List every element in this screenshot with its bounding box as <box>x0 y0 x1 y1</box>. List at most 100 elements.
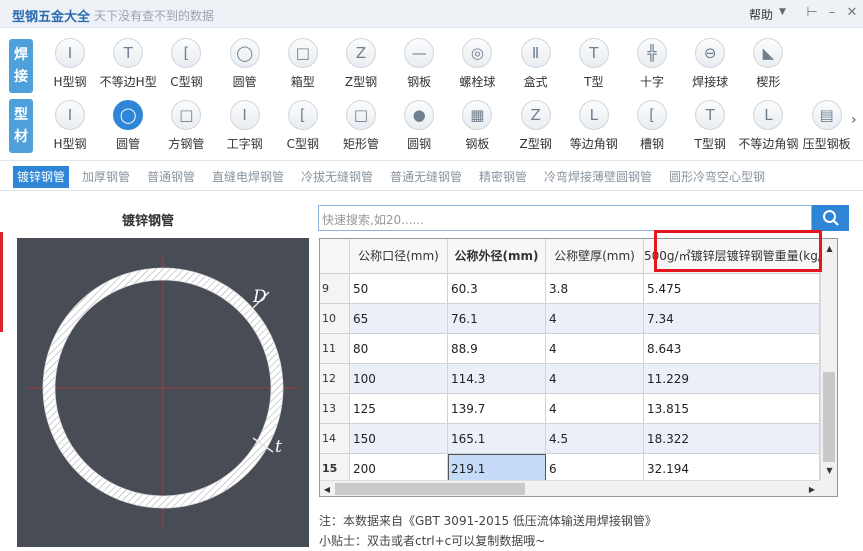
row-number[interactable]: 13 <box>320 394 350 424</box>
category-item[interactable]: T T型钢 <box>681 96 739 158</box>
sub-tab[interactable]: 冷弯焊接薄壁圆钢管 <box>540 166 656 188</box>
category-item[interactable]: [槽钢 <box>623 96 681 158</box>
row-number[interactable]: 12 <box>320 364 350 394</box>
category-item[interactable]: ◣ 楔形 <box>739 34 797 96</box>
column-header[interactable]: 公称外径(mm) <box>448 239 546 274</box>
close-icon[interactable]: ✕ <box>846 4 858 22</box>
table-cell[interactable]: 8.643 <box>644 334 820 364</box>
category-item[interactable]: □ 箱型 <box>274 34 332 96</box>
table-cell[interactable]: 165.1 <box>448 424 546 454</box>
minimize-icon[interactable]: – <box>826 4 838 22</box>
table-cell[interactable]: 5.475 <box>644 274 820 304</box>
category-item[interactable]: ● 圆钢 <box>390 96 448 158</box>
scroll-left-icon[interactable]: ◀ <box>321 483 333 496</box>
wedge-icon: ◣ <box>753 38 784 68</box>
table-cell[interactable]: 88.9 <box>448 334 546 364</box>
table-cell[interactable]: 18.322 <box>644 424 820 454</box>
table-cell[interactable]: 3.8 <box>546 274 644 304</box>
row-number[interactable]: 11 <box>320 334 350 364</box>
table-row[interactable]: 10 65 76.1 4 7.34 <box>320 304 820 334</box>
table-cell[interactable]: 13.815 <box>644 394 820 424</box>
scroll-right-icon[interactable]: › <box>851 112 857 128</box>
category-item[interactable]: Ⅱ 盒式 <box>507 34 565 96</box>
sub-tab[interactable]: 精密钢管 <box>475 166 531 188</box>
sub-tab[interactable]: 普通无缝钢管 <box>386 166 466 188</box>
scroll-down-icon[interactable]: ▼ <box>824 464 835 477</box>
category-item[interactable]: Z Z型钢 <box>507 96 565 158</box>
pin-icon[interactable]: ⊢ <box>806 4 818 22</box>
category-item[interactable]: Z Z型钢 <box>332 34 390 96</box>
sub-tab[interactable]: 圆形冷弯空心型钢 <box>665 166 769 188</box>
table-cell[interactable]: 114.3 <box>448 364 546 394</box>
column-header[interactable]: 公称口径(mm) <box>350 239 448 274</box>
category-item[interactable]: I 工字钢 <box>216 96 274 158</box>
category-item[interactable]: I H型钢 <box>41 34 99 96</box>
category-item-label: T型 <box>584 75 604 89</box>
sub-tab[interactable]: 冷拔无缝钢管 <box>297 166 377 188</box>
table-row[interactable]: 9 50 60.3 3.8 5.475 <box>320 274 820 304</box>
category-item-label: 螺栓球 <box>459 75 496 89</box>
category-item[interactable]: □ 方钢管 <box>157 96 215 158</box>
search-input[interactable]: 快速搜索,如20...... <box>318 205 812 231</box>
row-number[interactable]: 10 <box>320 304 350 334</box>
table-cell[interactable]: 50 <box>350 274 448 304</box>
row-number[interactable]: 14 <box>320 424 350 454</box>
category-item[interactable]: ◯ 圆管 <box>99 96 157 158</box>
sub-tab[interactable]: 镀锌钢管 <box>13 166 70 188</box>
scroll-up-icon[interactable]: ▲ <box>824 242 835 255</box>
profile-category-badge[interactable]: 型材 <box>9 99 33 153</box>
help-dropdown-icon[interactable]: ▼ <box>779 7 786 17</box>
category-item[interactable]: L 等边角钢 <box>565 96 623 158</box>
category-item[interactable]: [C型钢 <box>274 96 332 158</box>
scroll-right-arrow-icon[interactable]: ▶ <box>806 483 818 496</box>
table-cell[interactable]: 4 <box>546 394 644 424</box>
category-item[interactable]: ▤ 压型钢板 <box>798 96 856 158</box>
table-cell[interactable]: 80 <box>350 334 448 364</box>
row-number[interactable]: 9 <box>320 274 350 304</box>
table-cell[interactable]: 4.5 <box>546 424 644 454</box>
c-channel-icon: [ <box>287 100 318 130</box>
category-item[interactable]: ▦ 钢板 <box>448 96 506 158</box>
table-cell[interactable]: 60.3 <box>448 274 546 304</box>
round-pipe-icon: ◯ <box>113 100 144 130</box>
table-cell[interactable]: 125 <box>350 394 448 424</box>
sub-tab[interactable]: 直缝电焊钢管 <box>208 166 288 188</box>
category-item[interactable]: ⊖ 焊接球 <box>681 34 739 96</box>
table-cell[interactable]: 150 <box>350 424 448 454</box>
table-cell[interactable]: 139.7 <box>448 394 546 424</box>
category-item[interactable]: T T型 <box>565 34 623 96</box>
table-cell[interactable]: 7.34 <box>644 304 820 334</box>
category-item[interactable]: [C型钢 <box>157 34 215 96</box>
table-cell[interactable]: 65 <box>350 304 448 334</box>
weld-category-badge[interactable]: 焊接 <box>9 39 33 93</box>
category-item[interactable]: — 钢板 <box>390 34 448 96</box>
category-item[interactable]: ◎ 螺栓球 <box>448 34 506 96</box>
category-item[interactable]: ◯ 圆管 <box>216 34 274 96</box>
category-item[interactable]: L 不等边角钢 <box>738 96 798 158</box>
column-header[interactable]: 公称壁厚(mm) <box>546 239 644 274</box>
table-row[interactable]: 14 150 165.1 4.5 18.322 <box>320 424 820 454</box>
table-cell[interactable]: 4 <box>546 304 644 334</box>
sub-tab[interactable]: 加厚钢管 <box>78 166 134 188</box>
category-item[interactable]: I H型钢 <box>41 96 99 158</box>
table-row[interactable]: 11 80 88.9 4 8.643 <box>320 334 820 364</box>
table-cell[interactable]: 4 <box>546 364 644 394</box>
vertical-scrollbar[interactable]: ▲ ▼ <box>820 239 837 480</box>
table-row[interactable]: 13 125 139.7 4 13.815 <box>320 394 820 424</box>
t-section-icon: T <box>578 38 609 68</box>
horizontal-scroll-thumb[interactable] <box>335 483 525 495</box>
category-item[interactable]: ╬ 十字 <box>623 34 681 96</box>
vertical-scroll-thumb[interactable] <box>823 372 835 462</box>
table-cell[interactable]: 100 <box>350 364 448 394</box>
help-menu[interactable]: 帮助 <box>749 6 773 23</box>
horizontal-scrollbar[interactable]: ◀ ▶ <box>320 480 820 496</box>
search-button[interactable] <box>812 205 849 231</box>
table-cell[interactable]: 4 <box>546 334 644 364</box>
table-cell[interactable]: 11.229 <box>644 364 820 394</box>
table-row[interactable]: 12 100 114.3 4 11.229 <box>320 364 820 394</box>
sub-tab[interactable]: 普通钢管 <box>143 166 199 188</box>
category-item-label: C型钢 <box>170 75 203 89</box>
category-item[interactable]: □ 矩形管 <box>332 96 390 158</box>
category-item[interactable]: T 不等边H型 <box>99 34 157 96</box>
table-cell[interactable]: 76.1 <box>448 304 546 334</box>
